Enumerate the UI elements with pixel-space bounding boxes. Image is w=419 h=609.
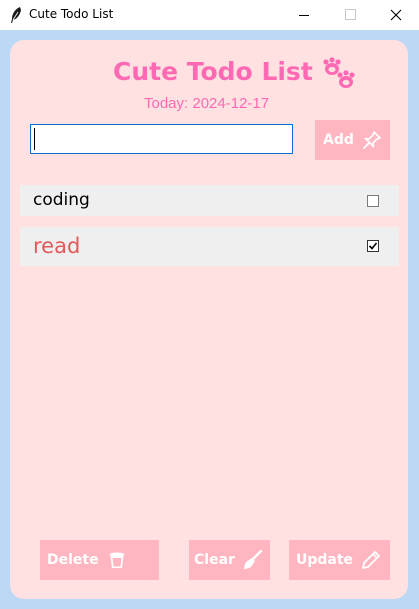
maximize-button[interactable] <box>327 0 373 30</box>
close-icon <box>390 9 402 21</box>
minimize-icon <box>299 15 309 16</box>
app-title: Cute Todo List <box>113 57 313 86</box>
checkmark-icon <box>368 242 378 250</box>
update-button-label: Update <box>296 552 354 568</box>
task-input[interactable] <box>30 124 293 154</box>
pushpin-icon <box>362 131 381 149</box>
pencil-icon <box>362 551 380 569</box>
add-button-label: Add <box>323 132 354 148</box>
close-button[interactable] <box>373 0 419 30</box>
clear-button[interactable]: Clear <box>189 540 270 580</box>
feather-icon <box>11 7 21 23</box>
window-title: Cute Todo List <box>29 7 114 21</box>
maximize-icon <box>345 9 356 20</box>
delete-button[interactable]: Delete <box>40 540 159 580</box>
paw-icon <box>323 57 355 88</box>
broom-icon <box>243 550 263 569</box>
title-bar: Cute Todo List <box>0 0 419 30</box>
add-button[interactable]: Add <box>315 120 390 160</box>
update-button[interactable]: Update <box>289 540 390 580</box>
task-checkbox[interactable] <box>367 240 379 252</box>
text-caret <box>34 128 35 150</box>
task-label: read <box>33 234 81 258</box>
task-row: coding <box>20 185 399 216</box>
minimize-button[interactable] <box>281 0 327 30</box>
trash-icon <box>109 552 125 568</box>
task-row: read <box>20 227 399 266</box>
date-label: Today: 2024-12-17 <box>144 95 270 112</box>
task-checkbox[interactable] <box>367 195 379 207</box>
clear-button-label: Clear <box>194 552 235 568</box>
delete-button-label: Delete <box>47 552 99 568</box>
task-label: coding <box>33 190 90 210</box>
